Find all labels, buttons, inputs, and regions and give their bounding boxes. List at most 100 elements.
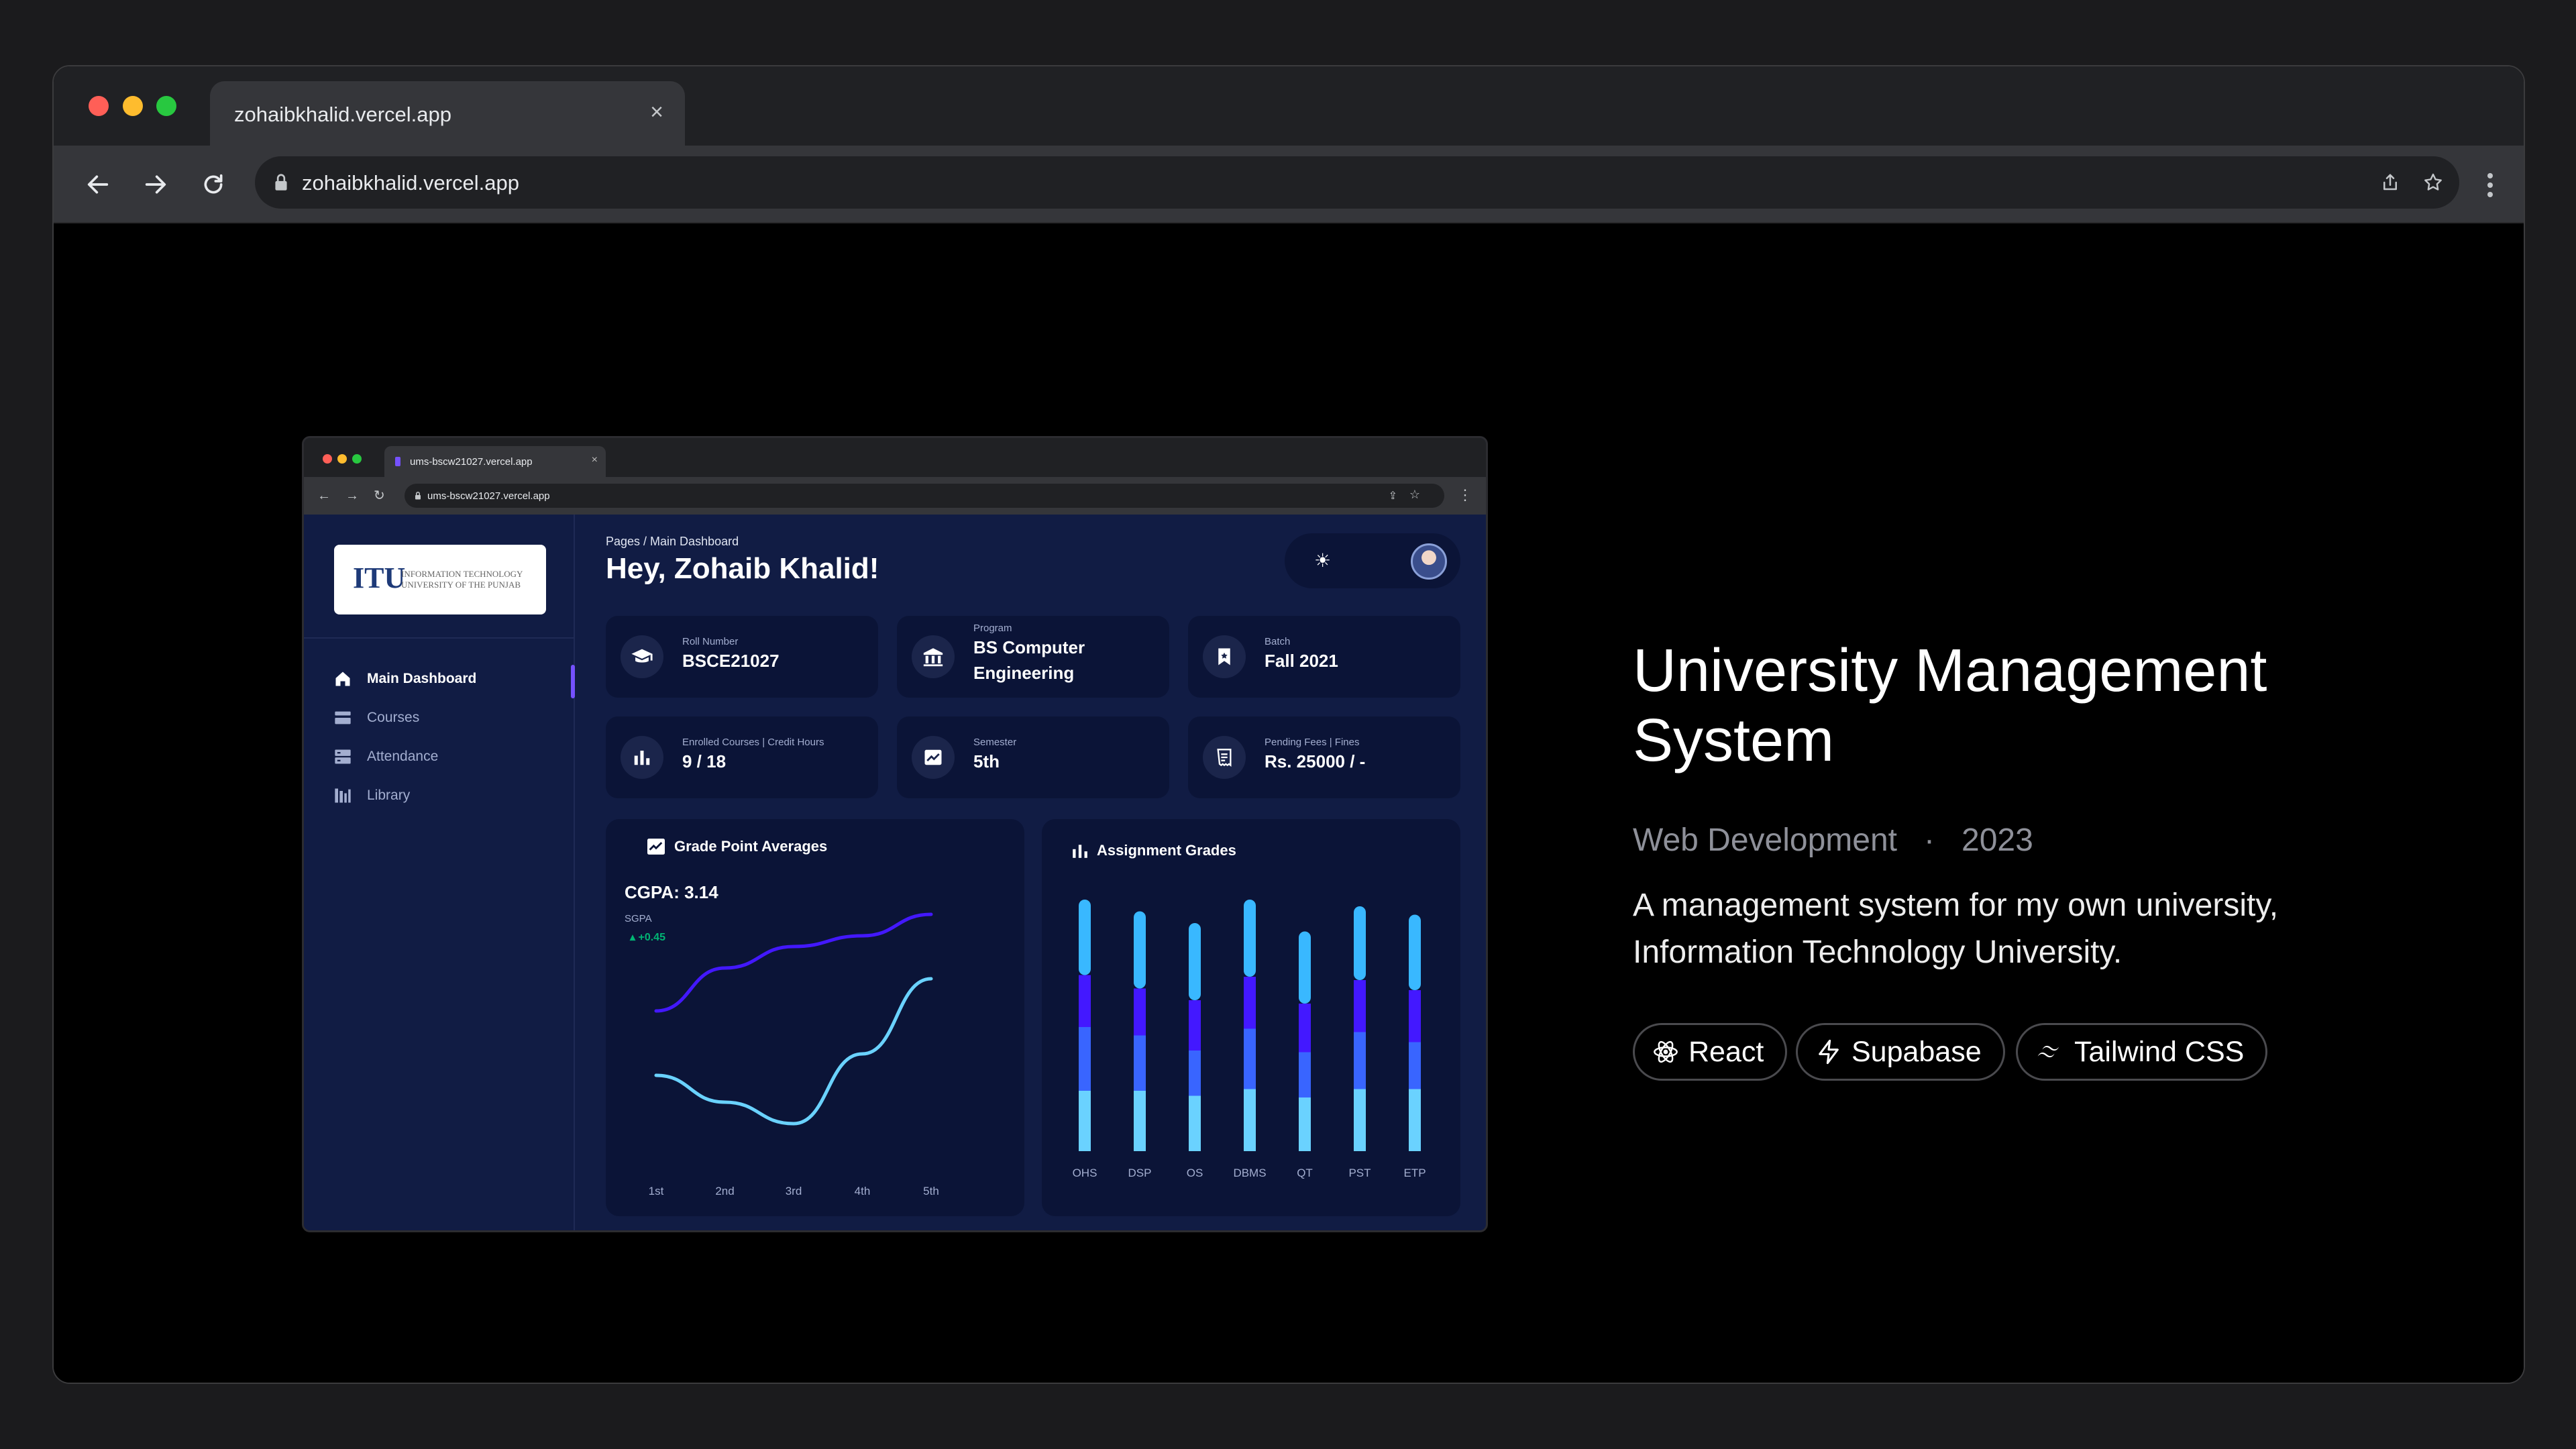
bar-x-tick: OS — [1187, 1167, 1203, 1179]
university-logo: ITU INFORMATION TECHNOLOGY UNIVERSITY OF… — [334, 545, 546, 614]
card-value: 9 / 18 — [682, 751, 727, 771]
browser-menu-icon[interactable] — [2477, 170, 2504, 201]
project-screenshot[interactable]: ums-bscw21027.vercel.app × ← → ↻ ums-bsc… — [302, 436, 1488, 1232]
mock-maximize-dot — [352, 454, 362, 464]
mock-lock-icon — [415, 492, 421, 500]
sidebar-item-label: Courses — [367, 710, 420, 725]
tag-tailwind[interactable]: Tailwind CSS — [2016, 1023, 2268, 1081]
sidebar-item-label: Attendance — [367, 749, 439, 764]
bar-segment — [1189, 1095, 1201, 1151]
enrolled-courses-card: Enrolled Courses | Credit Hours 9 / 18 — [606, 716, 878, 798]
supabase-icon — [1819, 1039, 1839, 1065]
mock-forward-icon: → — [345, 488, 359, 503]
card-label: Semester — [973, 737, 1017, 748]
receipt-icon — [1203, 736, 1246, 779]
gpa-line-chart: 1st 2nd 3rd 4th 5th — [649, 912, 939, 1197]
bar-x-tick: DBMS — [1233, 1167, 1266, 1179]
mock-star-icon: ☆ — [1409, 488, 1420, 501]
mock-reload-icon: ↻ — [374, 488, 385, 503]
gpa-x-tick: 5th — [923, 1185, 939, 1197]
bar-segment — [1134, 1091, 1146, 1151]
bar-segment — [1409, 1089, 1421, 1151]
mock-url-text: ums-bscw21027.vercel.app — [427, 490, 550, 502]
card-value: BS Computer Engineering — [973, 637, 1085, 683]
card-value: Rs. 25000 / - — [1265, 751, 1366, 771]
home-icon — [335, 672, 350, 686]
bar-x-tick: OHS — [1073, 1167, 1097, 1179]
mock-tab-title: ums-bscw21027.vercel.app — [410, 456, 533, 468]
tag-label: React — [1688, 1035, 1764, 1068]
react-icon — [1654, 1040, 1678, 1063]
tag-label: Supabase — [1851, 1035, 1982, 1068]
bar-segment — [1409, 990, 1421, 1042]
meta-separator: · — [1924, 822, 1935, 858]
bar-segment — [1354, 1032, 1366, 1089]
gpa-x-tick: 4th — [855, 1185, 871, 1197]
url-text: zohaibkhalid.vercel.app — [302, 171, 519, 195]
bar-segment — [1189, 1051, 1201, 1096]
bar-segment — [1134, 911, 1146, 989]
address-bar[interactable]: zohaibkhalid.vercel.app — [255, 156, 2459, 209]
card-label: Program — [973, 623, 1012, 634]
browser-titlebar: zohaibkhalid.vercel.app × — [54, 66, 2524, 150]
sidebar-item-label: Main Dashboard — [367, 671, 477, 686]
bar-segment — [1299, 1052, 1311, 1097]
tag-label: Tailwind CSS — [2074, 1035, 2245, 1068]
tab-title: zohaibkhalid.vercel.app — [234, 103, 451, 126]
project-meta: Web Development · 2023 — [1633, 822, 2033, 859]
mock-favicon-icon — [395, 457, 400, 466]
lock-icon — [275, 174, 287, 191]
gpa-x-tick: 3rd — [786, 1185, 802, 1197]
forward-icon[interactable] — [137, 166, 174, 203]
bar-segment — [1244, 900, 1256, 977]
mock-sidebar: ITU INFORMATION TECHNOLOGY UNIVERSITY OF… — [304, 515, 575, 1230]
mock-share-icon: ⇪ — [1388, 490, 1397, 502]
bar-x-tick: QT — [1297, 1167, 1313, 1179]
mock-browser-titlebar: ums-bscw21027.vercel.app × — [304, 438, 1486, 478]
avatar — [1411, 543, 1447, 580]
bar-segment — [1299, 1097, 1311, 1151]
graduation-cap-icon — [621, 635, 663, 678]
bar-segment — [1244, 977, 1256, 1029]
project-description: A management system for my own universit… — [1633, 888, 2279, 970]
tab-close-icon[interactable]: × — [643, 99, 670, 125]
close-window-button[interactable] — [89, 96, 109, 116]
back-icon[interactable] — [79, 166, 117, 203]
mock-close-dot — [323, 454, 332, 464]
gpa-series-line-1 — [654, 977, 933, 1126]
bar-segment — [1299, 1004, 1311, 1053]
sidebar-divider — [304, 637, 575, 639]
pending-fees-card: Pending Fees | Fines Rs. 25000 / - — [1188, 716, 1460, 798]
attendance-icon — [335, 749, 351, 764]
browser-tab[interactable]: zohaibkhalid.vercel.app × — [210, 81, 685, 150]
bar-segment — [1354, 1089, 1366, 1151]
bar-segment — [1409, 914, 1421, 990]
assignment-bar-chart: OHS DSP OS DBMS QT PST ETP — [1073, 900, 1426, 1179]
maximize-window-button[interactable] — [156, 96, 176, 116]
reload-icon[interactable] — [195, 166, 232, 203]
mock-tab-close-icon: × — [591, 454, 598, 466]
building-icon — [912, 635, 955, 678]
sidebar-item-attendance: Attendance — [333, 743, 438, 770]
bar-x-tick: ETP — [1403, 1167, 1426, 1179]
mock-top-controls: ☀ — [1285, 533, 1460, 588]
tag-supabase[interactable]: Supabase — [1796, 1023, 2005, 1081]
bar-segment — [1299, 931, 1311, 1004]
mock-menu-icon: ⋮ — [1458, 486, 1472, 503]
bookmark-star-icon[interactable] — [2420, 170, 2446, 195]
card-label: Roll Number — [682, 636, 739, 647]
bar-segment — [1079, 1027, 1091, 1091]
card-label: Pending Fees | Fines — [1265, 737, 1360, 748]
mock-breadcrumb: Pages / Main Dashboard — [606, 535, 739, 548]
gpa-chart-card: Grade Point Averages CGPA: 3.14 SGPA ▴ +… — [606, 819, 1024, 1216]
share-icon[interactable] — [2377, 170, 2403, 195]
logo-text: INFORMATION TECHNOLOGY UNIVERSITY OF THE… — [401, 569, 523, 590]
bar-segment — [1409, 1042, 1421, 1089]
bar-segment — [1244, 1028, 1256, 1089]
card-label: Batch — [1265, 636, 1291, 647]
minimize-window-button[interactable] — [123, 96, 143, 116]
bookmark-icon — [1203, 635, 1246, 678]
tag-react[interactable]: React — [1633, 1023, 1788, 1081]
bar-segment — [1134, 988, 1146, 1036]
mock-tab: ums-bscw21027.vercel.app × — [384, 446, 606, 478]
